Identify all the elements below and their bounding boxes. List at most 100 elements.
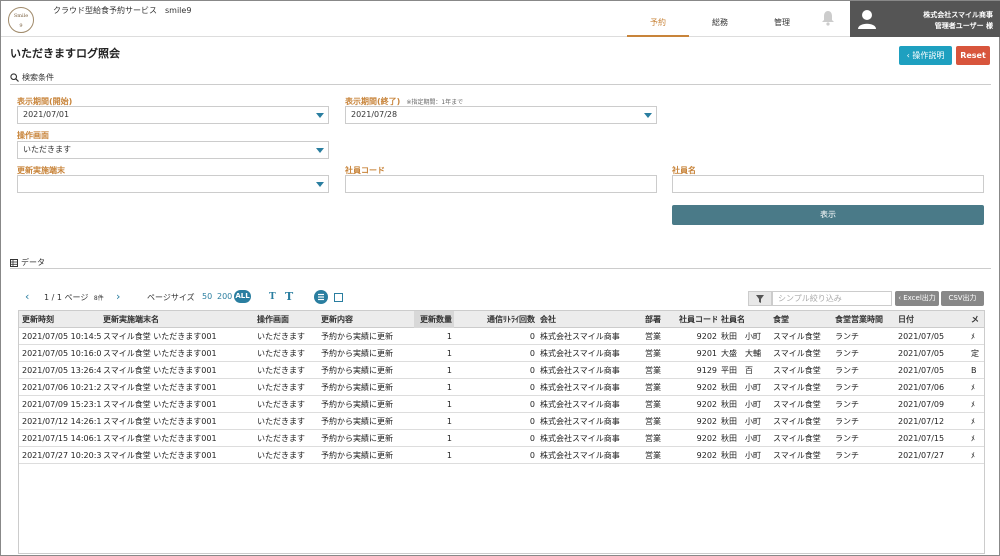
show-button[interactable]: 表示 (672, 205, 984, 225)
cell-retry-count: 0 (529, 417, 535, 426)
column-header-retry-count[interactable]: 通信ﾘﾄﾗｲ回数 (487, 311, 535, 328)
column-header-business-hours[interactable]: 食堂営業時間 (835, 311, 897, 328)
cell-company: 株式会社スマイル商事 (540, 383, 620, 392)
column-header-update-time[interactable]: 更新時刻 (22, 311, 102, 328)
next-page-icon[interactable]: › (116, 291, 120, 302)
column-header-update-qty[interactable]: 更新数量 (414, 311, 452, 328)
cell-cafeteria: スマイル食堂 (773, 400, 821, 409)
cell-company: 株式会社スマイル商事 (540, 451, 620, 460)
logo-number: 9 (19, 23, 23, 29)
cell-update-qty: 1 (446, 417, 452, 426)
column-header-menu[interactable]: メ (971, 311, 984, 328)
page-size-label: ページサイズ (147, 293, 195, 302)
cell-cafeteria: スマイル食堂 (773, 451, 821, 460)
smile9-logo[interactable]: Smile 9 (8, 7, 34, 33)
table-row[interactable]: 2021/07/05 10:16:05 スマイル食堂 いただきます001 いただきま… (19, 345, 984, 362)
list-view-icon[interactable] (314, 290, 328, 304)
csv-export-button[interactable]: CSV出力 (941, 291, 984, 306)
cell-update-qty: 1 (446, 400, 452, 409)
filter-icon (756, 295, 764, 303)
cell-cafeteria: スマイル食堂 (773, 349, 821, 358)
terminal-select[interactable] (17, 175, 329, 193)
column-header-cafeteria[interactable]: 食堂 (773, 311, 833, 328)
page-size-200[interactable]: 200 (217, 292, 232, 301)
user-company: 株式会社スマイル商事 (923, 11, 993, 19)
table-row[interactable]: 2021/07/06 10:21:26 スマイル食堂 いただきます001 いただきま… (19, 379, 984, 396)
data-section-divider (10, 268, 991, 269)
cell-date: 2021/07/09 (898, 400, 945, 409)
column-header-employee-name[interactable]: 社員名 (721, 311, 771, 328)
cell-update-time: 2021/07/05 10:14:57 (22, 332, 102, 341)
cell-update-content: 予約から実績に更新 (321, 332, 393, 341)
table-row[interactable]: 2021/07/05 10:14:57 スマイル食堂 いただきます001 いただきま… (19, 328, 984, 345)
bell-icon[interactable] (821, 10, 835, 26)
page-size-all[interactable]: ALL (234, 290, 251, 303)
cell-employee-name: 秋田 小町 (721, 400, 761, 409)
column-header-company[interactable]: 会社 (540, 311, 644, 328)
screen-select[interactable]: いただきます (17, 141, 329, 159)
cell-employee-name: 秋田 小町 (721, 332, 761, 341)
table-row[interactable]: 2021/07/09 15:23:10 スマイル食堂 いただきます001 いただきま… (19, 396, 984, 413)
cell-cafeteria: スマイル食堂 (773, 434, 821, 443)
cell-update-time: 2021/07/09 15:23:10 (22, 400, 102, 409)
top-header: Smile 9 クラウド型給食予約サービス smile9 予約 総務 管理 株式… (1, 1, 1000, 37)
cell-cafeteria: スマイル食堂 (773, 366, 821, 375)
cell-employee-code: 9202 (696, 400, 717, 409)
record-count: 8件 (93, 295, 104, 302)
cell-update-qty: 1 (446, 332, 452, 341)
excel-export-button[interactable]: ‹ Excel出力 (895, 291, 939, 306)
table-row[interactable]: 2021/07/15 14:06:12 スマイル食堂 いただきます001 いただきま… (19, 430, 984, 447)
column-header-terminal-name[interactable]: 更新実施端末名 (103, 311, 253, 328)
cell-company: 株式会社スマイル商事 (540, 434, 620, 443)
cell-date: 2021/07/05 (898, 349, 945, 358)
simple-filter-input[interactable]: シンプル絞り込み (772, 291, 892, 306)
cell-retry-count: 0 (529, 332, 535, 341)
page-size-50[interactable]: 50 (202, 292, 212, 301)
employee-code-input[interactable] (345, 175, 657, 193)
app-window: Smile 9 クラウド型給食予約サービス smile9 予約 総務 管理 株式… (0, 0, 1000, 556)
log-table: 更新時刻 更新実施端末名 操作画面 更新内容 更新数量 通信ﾘﾄﾗｲ回数 会社 部署 社員コード… (18, 310, 985, 554)
chevron-down-icon (644, 113, 652, 118)
employee-name-input[interactable] (672, 175, 984, 193)
cell-department: 営業 (645, 417, 661, 426)
column-header-update-content[interactable]: 更新内容 (321, 311, 411, 328)
cell-update-qty: 1 (446, 451, 452, 460)
prev-page-icon[interactable]: ‹ (25, 291, 29, 302)
card-view-icon[interactable] (334, 293, 343, 302)
column-header-employee-code[interactable]: 社員コード (679, 311, 717, 328)
cell-update-qty: 1 (446, 434, 452, 443)
nav-tab-reservation[interactable]: 予約 (627, 1, 689, 37)
font-small-button[interactable]: T (269, 292, 276, 302)
table-row[interactable]: 2021/07/12 14:26:16 スマイル食堂 いただきます001 いただきま… (19, 413, 984, 430)
end-date-label-text: 表示期間(終了) (345, 97, 401, 106)
cell-terminal-name: スマイル食堂 いただきます001 (103, 332, 217, 341)
cell-menu: ﾒ (971, 434, 975, 443)
app-title: クラウド型給食予約サービス smile9 (53, 6, 192, 15)
user-menu[interactable]: 株式会社スマイル商事 管理者ユーザー 様 (850, 1, 1000, 37)
cell-department: 営業 (645, 366, 661, 375)
reset-button[interactable]: Reset (956, 46, 990, 65)
cell-date: 2021/07/12 (898, 417, 945, 426)
nav-tab-general-affairs[interactable]: 総務 (689, 1, 751, 37)
table-row[interactable]: 2021/07/05 13:26:49 スマイル食堂 いただきます001 いただきま… (19, 362, 984, 379)
help-button[interactable]: ‹ 操作説明 (899, 46, 952, 65)
table-row[interactable]: 2021/07/27 10:20:30 スマイル食堂 いただきます001 いただきま… (19, 447, 984, 464)
filter-button[interactable] (748, 291, 772, 306)
nav-tab-admin[interactable]: 管理 (751, 1, 813, 37)
start-date-select[interactable]: 2021/07/01 (17, 106, 329, 124)
font-large-button[interactable]: T (285, 290, 293, 303)
cell-retry-count: 0 (529, 349, 535, 358)
column-header-department[interactable]: 部署 (645, 311, 678, 328)
cell-employee-name: 平田 百 (721, 366, 753, 375)
cell-menu: ﾒ (971, 383, 975, 392)
cell-company: 株式会社スマイル商事 (540, 400, 620, 409)
end-date-note: ※指定期間：1年まで (406, 99, 464, 106)
cell-date: 2021/07/27 (898, 451, 945, 460)
cell-employee-name: 秋田 小町 (721, 434, 761, 443)
chevron-down-icon (316, 182, 324, 187)
column-header-screen[interactable]: 操作画面 (257, 311, 319, 328)
cell-screen: いただきます (257, 451, 305, 460)
cell-update-qty: 1 (446, 366, 452, 375)
end-date-select[interactable]: 2021/07/28 (345, 106, 657, 124)
column-header-date[interactable]: 日付 (898, 311, 968, 328)
